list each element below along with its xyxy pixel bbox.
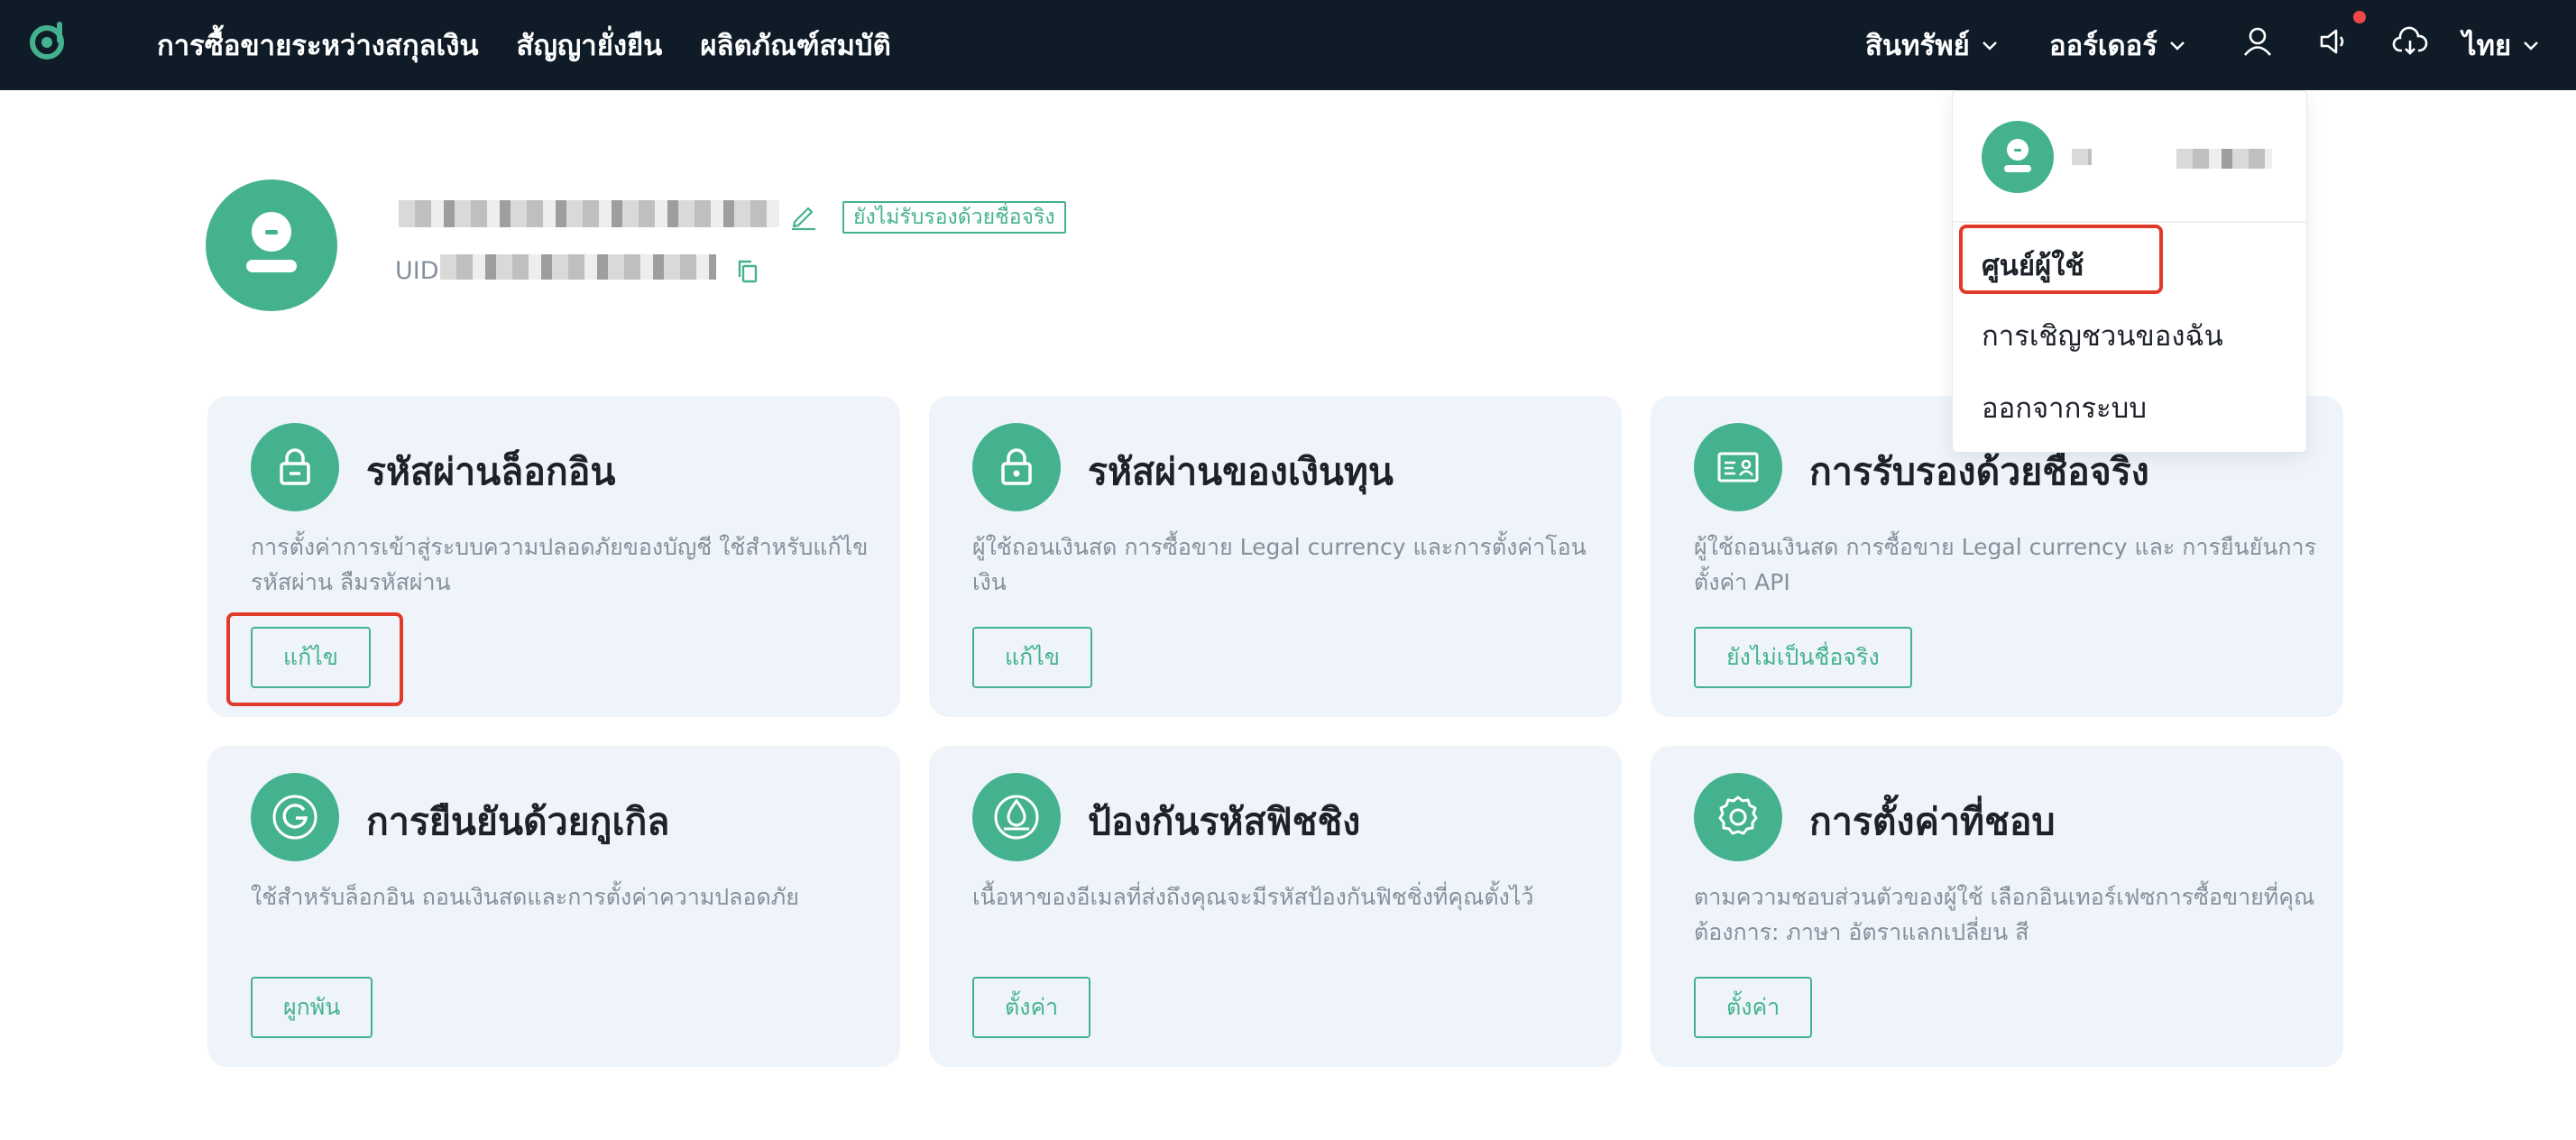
uid-value-masked: [440, 254, 716, 280]
divider: [1953, 221, 2308, 223]
nav-assets-dropdown[interactable]: สินทรัพย์: [1865, 0, 2001, 90]
main-nav: การซื้อขายระหว่างสกุลเงิน สัญญายั่งยืน ผ…: [157, 0, 891, 90]
menu-item-logout[interactable]: ออกจากระบบ: [1982, 385, 2147, 430]
user-avatar-icon: [2004, 139, 2031, 172]
uid-label: UID: [395, 257, 439, 285]
gear-icon: [1718, 795, 1758, 835]
card-icon-circle: [251, 773, 339, 861]
security-card-anti-phishing: ป้องกันรหัสฟิชชิง เนื้อหาของอีเมลที่ส่งถ…: [929, 746, 1622, 1067]
top-navbar: การซื้อขายระหว่างสกุลเงิน สัญญายั่งยืน ผ…: [0, 0, 2576, 90]
lock-icon: [280, 448, 310, 485]
nav-link-wealth-products[interactable]: ผลิตภัณฑ์สมบัติ: [700, 23, 890, 68]
copy-icon[interactable]: [734, 258, 761, 285]
card-title: รหัสผ่านล็อกอิน: [366, 450, 616, 493]
card-icon-circle: [972, 423, 1061, 511]
security-card-preferences: การตั้งค่าที่ชอบ ตามความชอบส่วนตัวของผู้…: [1651, 746, 2343, 1067]
card-icon-circle: [1694, 423, 1782, 511]
chevron-down-icon: [2170, 41, 2185, 51]
set-anti-phishing-button[interactable]: ตั้งค่า: [972, 977, 1091, 1038]
verification-status-badge: ยังไม่รับรองด้วยชื่อจริง: [842, 201, 1066, 234]
card-icon-circle: [1694, 773, 1782, 861]
nav-orders-dropdown[interactable]: ออร์เดอร์: [2049, 0, 2188, 90]
download-cloud-icon[interactable]: [2392, 23, 2428, 60]
id-card-icon: [1717, 452, 1759, 483]
user-icon[interactable]: [2240, 23, 2276, 60]
card-title: การยืนยันด้วยกูเกิล: [366, 800, 670, 843]
username-masked: [2176, 149, 2272, 169]
card-description: ผู้ใช้ถอนเงินสด การซื้อขาย Legal currenc…: [972, 534, 1587, 595]
card-description: ใช้สำหรับล็อกอิน ถอนเงินสดและการตั้งค่าค…: [251, 884, 799, 910]
nav-assets-label: สินทรัพย์: [1865, 30, 1970, 62]
menu-item-my-invitations[interactable]: การเชิญชวนของฉัน: [1982, 313, 2223, 358]
language-label: ไทย: [2462, 30, 2512, 62]
chevron-down-icon: [2524, 41, 2539, 51]
google-icon: [272, 795, 317, 840]
highlight-box-user-center: [1959, 225, 2163, 294]
speaker-icon[interactable]: [2316, 23, 2352, 60]
highlight-box-edit-button: [226, 612, 403, 706]
language-dropdown[interactable]: ไทย: [2462, 0, 2542, 90]
card-icon-circle: [251, 423, 339, 511]
chevron-down-icon: [1982, 41, 1997, 51]
edit-pencil-icon[interactable]: [788, 200, 819, 231]
nav-orders-label: ออร์เดอร์: [2049, 30, 2157, 62]
card-icon-circle: [972, 773, 1061, 861]
verify-identity-button[interactable]: ยังไม่เป็นชื่อจริง: [1694, 627, 1912, 688]
bind-google-authenticator-button[interactable]: ผูกพัน: [251, 977, 373, 1038]
card-description: ตามความชอบส่วนตัวของผู้ใช้ เลือกอินเทอร์…: [1694, 884, 2315, 945]
nav-link-perpetual-contract[interactable]: สัญญายั่งยืน: [517, 23, 663, 68]
card-description: เนื้อหาของอีเมลที่ส่งถึงคุณจะมีรหัสป้องก…: [972, 884, 1534, 910]
card-description: การตั้งค่าการเข้าสู่ระบบความปลอดภัยของบั…: [251, 534, 869, 595]
card-title: รหัสผ่านของเงินทุน: [1088, 450, 1394, 493]
notification-dot: [2353, 11, 2366, 23]
security-card-google-authenticator: การยืนยันด้วยกูเกิล ใช้สำหรับล็อกอิน ถอน…: [207, 746, 900, 1067]
user-avatar-icon: [246, 212, 297, 272]
username-masked: [2072, 149, 2092, 165]
set-preferences-button[interactable]: ตั้งค่า: [1694, 977, 1813, 1038]
card-title: ป้องกันรหัสฟิชชิง: [1088, 800, 1361, 843]
avatar: [206, 179, 337, 311]
username-masked: [399, 200, 779, 227]
edit-fund-password-button[interactable]: แก้ไข: [972, 627, 1092, 688]
avatar: [1982, 121, 2054, 193]
card-description: ผู้ใช้ถอนเงินสด การซื้อขาย Legal currenc…: [1694, 534, 2316, 595]
logo-icon[interactable]: [27, 18, 70, 61]
card-title: การตั้งค่าที่ชอบ: [1809, 800, 2056, 843]
anti-phishing-icon: [994, 795, 1039, 840]
lock-icon: [1001, 448, 1032, 485]
nav-link-spot-trading[interactable]: การซื้อขายระหว่างสกุลเงิน: [157, 23, 479, 68]
security-card-fund-password: รหัสผ่านของเงินทุน ผู้ใช้ถอนเงินสด การซื…: [929, 396, 1622, 717]
